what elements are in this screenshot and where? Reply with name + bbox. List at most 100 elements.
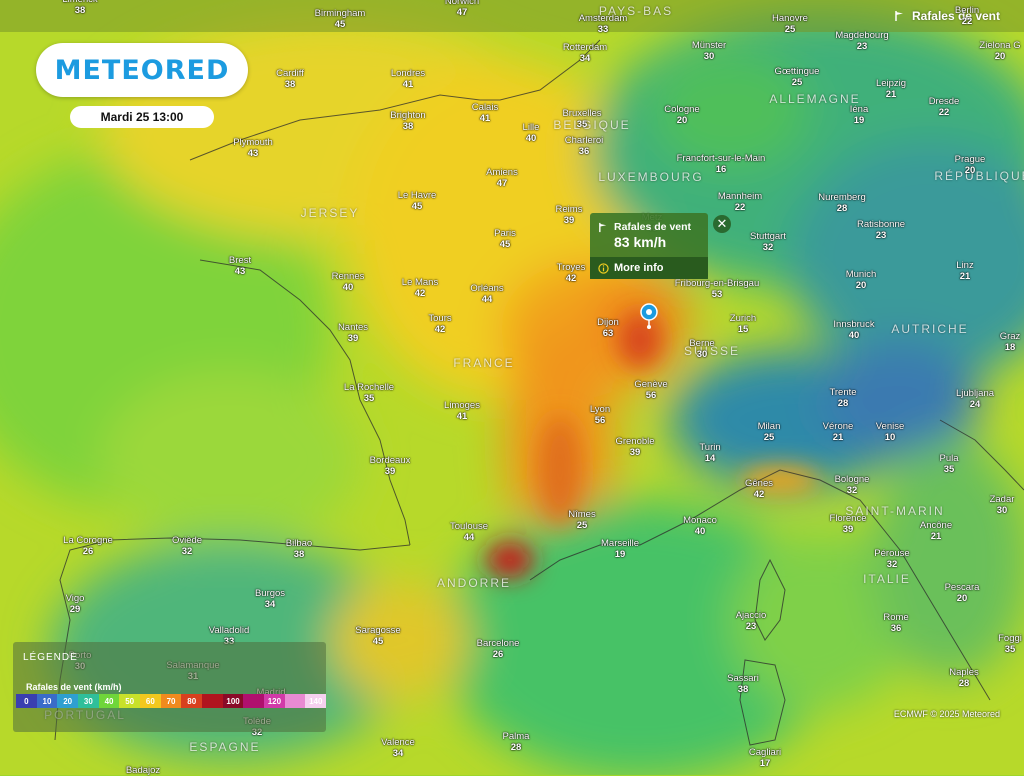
city-marker[interactable]: Bilbao 38: [286, 538, 312, 560]
city-marker[interactable]: Genève 56: [634, 379, 667, 401]
city-name: Ajaccio: [735, 610, 767, 621]
city-marker[interactable]: La Corogne 26: [63, 535, 113, 557]
city-marker[interactable]: Cagliari 17: [749, 747, 781, 769]
city-marker[interactable]: Lille 40: [523, 122, 540, 144]
city-marker[interactable]: Brest 43: [229, 255, 251, 277]
city-marker[interactable]: Zadar 30: [990, 494, 1015, 516]
city-marker[interactable]: Munich 20: [846, 269, 877, 291]
city-marker[interactable]: Marseille 19: [601, 538, 639, 560]
city-marker[interactable]: Bordeaux 39: [370, 455, 411, 477]
city-marker[interactable]: Ratisbonne 23: [857, 219, 905, 241]
city-marker[interactable]: Bologne 32: [835, 474, 870, 496]
city-marker[interactable]: Milan 25: [758, 421, 781, 443]
date-selector[interactable]: Mardi 25 13:00: [70, 106, 214, 128]
close-popup-button[interactable]: ✕: [713, 215, 731, 233]
city-marker[interactable]: Tours 42: [428, 313, 451, 335]
city-marker[interactable]: Zurich 15: [730, 313, 756, 335]
gust-value: 40: [525, 133, 537, 144]
gust-value: 25: [763, 432, 775, 443]
city-marker[interactable]: Le Mans 42: [402, 277, 438, 299]
city-marker[interactable]: Plymouth 43: [233, 137, 273, 159]
city-marker[interactable]: Graz 18: [1000, 331, 1021, 353]
city-marker[interactable]: Gênes 42: [745, 478, 773, 500]
city-marker[interactable]: Norwich 47: [445, 0, 479, 18]
city-marker[interactable]: Pula 35: [939, 453, 958, 475]
meteored-logo[interactable]: METEORED: [36, 43, 248, 97]
city-marker[interactable]: Berne 30: [689, 338, 714, 360]
city-marker[interactable]: Ajaccio 23: [736, 610, 767, 632]
city-name: Fribourg-en-Brisgau: [674, 278, 760, 289]
location-pin-icon[interactable]: [639, 303, 659, 329]
city-marker[interactable]: Hanovre 25: [772, 13, 808, 35]
city-marker[interactable]: Paris 45: [494, 228, 516, 250]
city-marker[interactable]: Lyon 56: [590, 404, 610, 426]
city-marker[interactable]: Reims 39: [556, 204, 583, 226]
city-marker[interactable]: Nuremberg 28: [818, 192, 866, 214]
city-marker[interactable]: Orléans 44: [470, 283, 503, 305]
city-marker[interactable]: Vérone 21: [823, 421, 854, 443]
city-marker[interactable]: Nantes 39: [338, 322, 368, 344]
city-marker[interactable]: La Rochelle 35: [344, 382, 394, 404]
city-marker[interactable]: Nîmes 25: [568, 509, 595, 531]
city-marker[interactable]: Palma 28: [503, 731, 530, 753]
city-marker[interactable]: Foggi 35: [998, 633, 1022, 655]
layer-selector[interactable]: Rafales de vent: [894, 9, 1000, 23]
city-marker[interactable]: Amiens 47: [486, 167, 518, 189]
city-marker[interactable]: Oviède 32: [172, 535, 202, 557]
city-marker[interactable]: Naples 28: [949, 667, 979, 689]
city-marker[interactable]: Cardiff 38: [276, 68, 304, 90]
city-marker[interactable]: Bruxelles 35: [562, 108, 601, 130]
city-marker[interactable]: Prague 20: [955, 154, 986, 176]
city-marker[interactable]: Londres 41: [391, 68, 425, 90]
city-marker[interactable]: Stuttgart 32: [750, 231, 786, 253]
city-marker[interactable]: Venise 10: [876, 421, 905, 443]
city-marker[interactable]: Iéna 19: [850, 104, 869, 126]
city-marker[interactable]: Dresde 22: [929, 96, 960, 118]
city-marker[interactable]: Zielona G 20: [979, 40, 1020, 62]
city-marker[interactable]: Calais 41: [472, 102, 498, 124]
city-marker[interactable]: Pérouse 32: [874, 548, 909, 570]
city-marker[interactable]: Le Havre 45: [398, 190, 437, 212]
city-marker[interactable]: Ancône 21: [920, 520, 952, 542]
city-marker[interactable]: Rome 36: [883, 612, 908, 634]
city-marker[interactable]: Leipzig 21: [876, 78, 906, 100]
city-marker[interactable]: Magdebourg 23: [835, 30, 888, 52]
city-marker[interactable]: Ljubljana 24: [956, 388, 994, 410]
city-marker[interactable]: Gœttingue 25: [775, 66, 820, 88]
city-marker[interactable]: Münster 30: [692, 40, 726, 62]
city-marker[interactable]: Dijon 63: [597, 317, 619, 339]
city-marker[interactable]: Grenoble 39: [615, 436, 654, 458]
city-marker[interactable]: Florence 39: [830, 513, 867, 535]
city-marker[interactable]: Badajoz: [126, 765, 160, 776]
more-info-button[interactable]: More info: [590, 257, 708, 279]
city-marker[interactable]: Francfort-sur-le-Main 16: [677, 153, 766, 175]
city-marker[interactable]: Toulouse 44: [450, 521, 488, 543]
city-marker[interactable]: Rennes 40: [332, 271, 365, 293]
city-name: Bruxelles: [562, 108, 602, 119]
city-marker[interactable]: Innsbruck 40: [833, 319, 874, 341]
city-marker[interactable]: Cologne 20: [664, 104, 699, 126]
city-marker[interactable]: Limoges 41: [444, 400, 480, 422]
city-marker[interactable]: Amsterdam 33: [579, 13, 628, 35]
city-marker[interactable]: Brighton 38: [390, 110, 425, 132]
city-marker[interactable]: Monaco 40: [683, 515, 717, 537]
city-marker[interactable]: Charleroi 36: [565, 135, 604, 157]
city-marker[interactable]: Birmingham 45: [315, 8, 366, 30]
city-marker[interactable]: Valence 34: [381, 737, 415, 759]
city-marker[interactable]: Turin 14: [699, 442, 720, 464]
city-marker[interactable]: Fribourg-en-Brisgau 53: [675, 278, 759, 300]
city-marker[interactable]: Vigo 29: [66, 593, 85, 615]
city-marker[interactable]: Pescara 20: [945, 582, 980, 604]
city-marker[interactable]: Limerick38: [62, 0, 97, 16]
city-marker[interactable]: Rotterdam 34: [563, 42, 607, 64]
city-marker[interactable]: Saragosse 45: [355, 625, 400, 647]
city-marker[interactable]: Burgos 34: [255, 588, 285, 610]
city-marker[interactable]: Trente 28: [829, 387, 856, 409]
city-marker[interactable]: Sassari 38: [727, 673, 759, 695]
city-marker[interactable]: Barcelone 26: [477, 638, 520, 660]
city-marker[interactable]: Linz 21: [956, 260, 973, 282]
city-marker[interactable]: Troyes 42: [557, 262, 586, 284]
gust-value: 15: [737, 324, 749, 335]
city-marker[interactable]: Mannheim 22: [718, 191, 762, 213]
city-marker[interactable]: Berlin 22: [955, 5, 979, 27]
